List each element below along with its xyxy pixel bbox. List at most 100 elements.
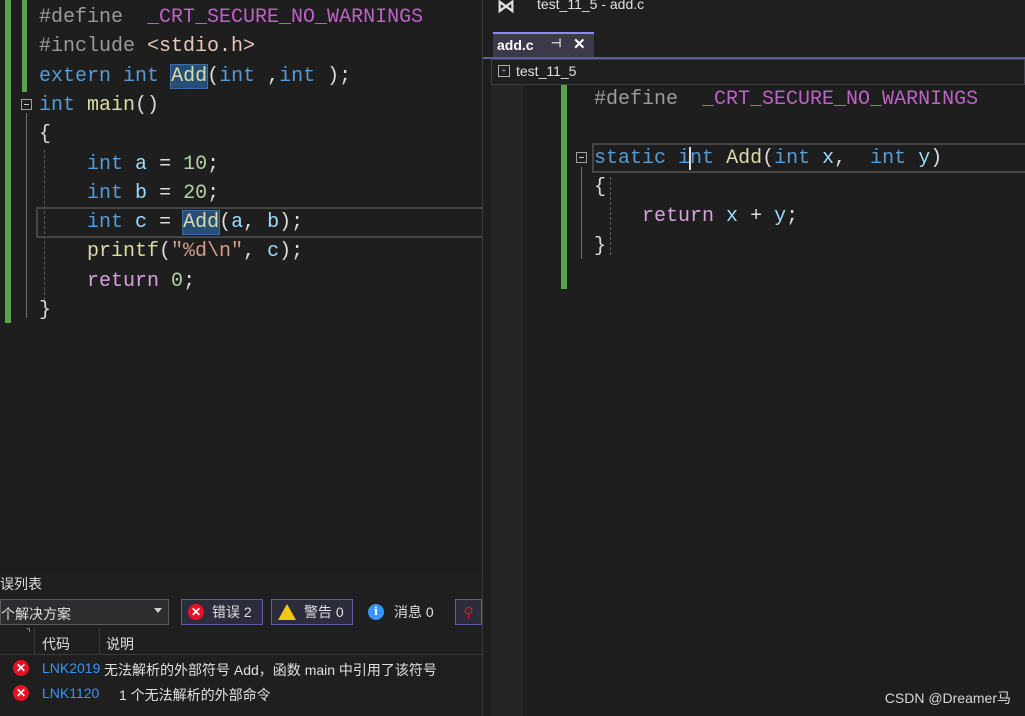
- code-token: _CRT_SECURE_NO_WARNINGS: [147, 6, 424, 29]
- error-row[interactable]: ✕ LNK2019 无法解析的外部符号 Add，函数 main 中引用了该符号: [0, 657, 483, 681]
- code-token: x: [726, 205, 739, 229]
- code-token: {: [39, 123, 52, 147]
- code-token: ;: [207, 152, 220, 176]
- error-icon: ✕: [188, 604, 204, 620]
- code-token: ;: [183, 269, 196, 293]
- change-bar: [5, 0, 11, 323]
- code-token: (: [762, 146, 775, 170]
- project-icon: +: [498, 65, 510, 77]
- error-icon: ✕: [13, 685, 29, 701]
- code-line[interactable]: #include <stdio.h>: [39, 32, 255, 61]
- filter-button[interactable]: ⚲: [455, 599, 482, 625]
- navigation-bar[interactable]: + test_11_5: [491, 59, 1025, 85]
- code-token: ,: [243, 211, 268, 235]
- code-token: ,: [834, 146, 871, 170]
- collapse-toggle-icon[interactable]: [576, 152, 587, 163]
- code-token: int: [123, 64, 160, 88]
- code-line[interactable]: int main(): [39, 91, 159, 120]
- error-description: 无法解析的外部符号 Add，函数 main 中引用了该符号: [104, 662, 437, 678]
- code-token: static: [594, 146, 667, 170]
- code-token: }: [39, 299, 52, 322]
- code-token: b: [267, 211, 280, 235]
- tab-label: add.c: [497, 37, 534, 53]
- code-token: c: [267, 240, 280, 264]
- messages-filter-button[interactable]: i 消息 0: [361, 599, 445, 625]
- sort-icon: ⌝: [26, 628, 31, 639]
- code-token: <stdio.h>: [147, 35, 256, 59]
- column-header-code[interactable]: 代码: [42, 634, 70, 654]
- scope-dropdown-value: 个解决方案: [1, 606, 71, 622]
- pin-icon[interactable]: ⊣: [551, 36, 561, 50]
- title-bar: ⋈ test_11_5 - add.c: [483, 0, 1025, 28]
- errors-filter-button[interactable]: ✕ 错误 2: [181, 599, 263, 625]
- code-line[interactable]: return 0;: [39, 267, 195, 296]
- warning-icon: [278, 604, 296, 620]
- code-line[interactable]: printf("%d\n", c);: [39, 237, 303, 266]
- code-token: #define: [39, 6, 124, 29]
- code-token: int: [87, 181, 124, 205]
- code-token: #include: [39, 35, 148, 59]
- error-code[interactable]: LNK2019: [42, 660, 104, 676]
- line-number-gutter: [491, 85, 523, 716]
- code-line[interactable]: static int Add(int x, int y): [594, 144, 942, 173]
- code-token: a: [135, 152, 148, 176]
- code-token: int: [39, 93, 76, 117]
- scope-dropdown[interactable]: 个解决方案: [0, 599, 169, 625]
- code-token: 20: [183, 181, 208, 205]
- info-icon: i: [368, 604, 384, 620]
- code-line[interactable]: int a = 10;: [39, 150, 219, 179]
- code-token: x: [822, 146, 835, 170]
- code-token: =: [147, 211, 184, 235]
- code-token: );: [315, 64, 352, 88]
- code-token: c: [135, 211, 148, 235]
- code-token: ,: [243, 240, 268, 264]
- code-token: y: [774, 205, 787, 229]
- code-token: =: [147, 152, 184, 176]
- code-token: {: [594, 175, 607, 199]
- code-line[interactable]: }: [39, 296, 51, 325]
- warnings-filter-label: 警告 0: [304, 604, 344, 620]
- error-code[interactable]: LNK1120: [42, 685, 113, 701]
- code-token: (: [219, 211, 232, 235]
- tab-add-c[interactable]: add.c ⊣ ✕: [493, 32, 594, 57]
- column-divider: [99, 628, 100, 654]
- code-token: return: [87, 269, 160, 293]
- code-line[interactable]: int b = 20;: [39, 179, 219, 208]
- code-token: =: [147, 181, 184, 205]
- code-line[interactable]: int c = Add(a, b);: [39, 208, 303, 237]
- code-token: int: [87, 152, 124, 176]
- code-line[interactable]: #define _CRT_SECURE_NO_WARNINGS: [594, 85, 978, 114]
- code-line[interactable]: return x + y;: [594, 202, 798, 231]
- error-row[interactable]: ✕ LNK1120 1 个无法解析的外部命令: [0, 682, 483, 706]
- warnings-filter-button[interactable]: 警告 0: [271, 599, 353, 625]
- code-line[interactable]: }: [594, 232, 606, 261]
- error-list-title: 误列表: [0, 576, 42, 592]
- error-list-panel: 误列表 个解决方案 ✕ 错误 2 警告 0 i 消息 0 ⚲ ⌝ 代码 说明 ✕…: [0, 572, 483, 716]
- code-line[interactable]: {: [39, 120, 51, 149]
- code-line[interactable]: {: [594, 173, 606, 202]
- window-title: test_11_5 - add.c: [537, 0, 645, 12]
- code-token: "%d\n": [171, 240, 244, 264]
- left-code-editor[interactable]: #define _CRT_SECURE_NO_WARNINGS #include …: [0, 0, 483, 572]
- close-icon[interactable]: ✕: [573, 35, 586, 53]
- code-line[interactable]: extern int Add(int ,int );: [39, 62, 351, 91]
- code-token: y: [918, 146, 931, 170]
- code-token: +: [738, 205, 775, 229]
- code-token: a: [231, 211, 244, 235]
- change-bar: [22, 0, 27, 92]
- outline-line: [581, 167, 582, 259]
- column-header-description[interactable]: 说明: [106, 634, 134, 654]
- code-token: ): [930, 146, 943, 170]
- code-token: int: [219, 64, 256, 88]
- collapse-toggle-icon[interactable]: [21, 99, 32, 110]
- code-token: main: [87, 93, 136, 117]
- code-line[interactable]: #define _CRT_SECURE_NO_WARNINGS: [39, 3, 423, 32]
